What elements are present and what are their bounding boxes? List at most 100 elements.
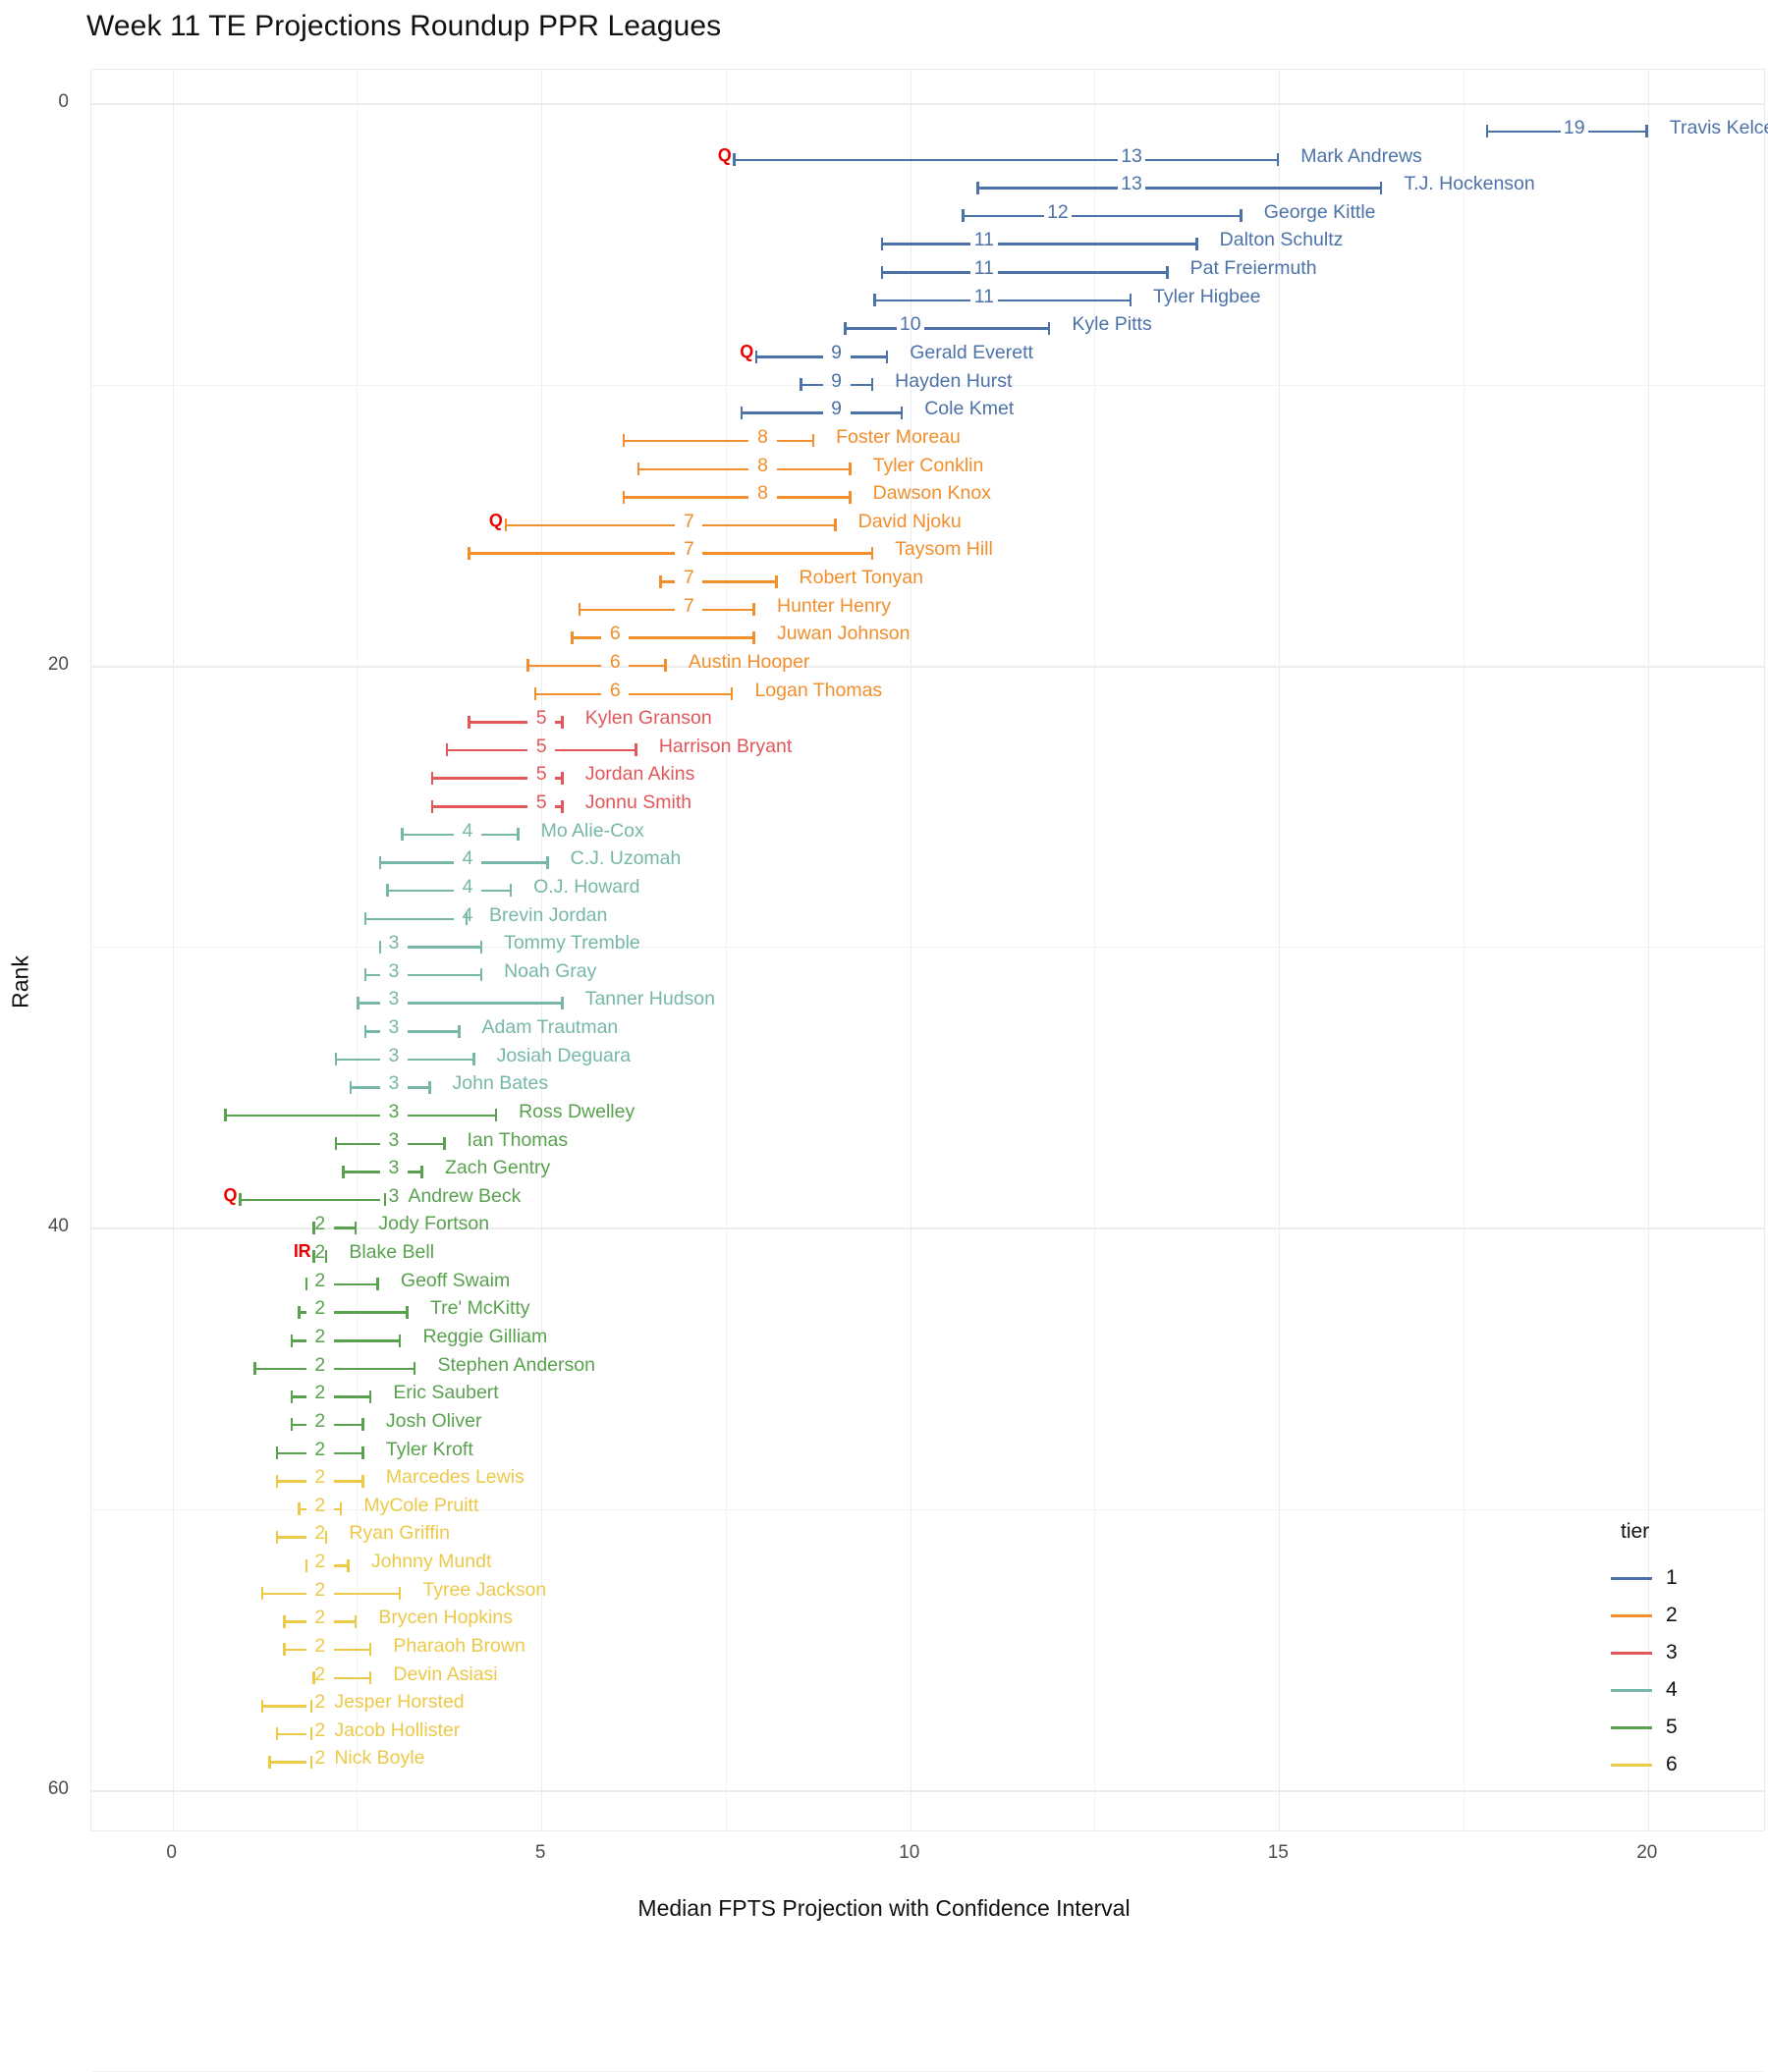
player-row[interactable]: 8 Foster Moreau	[91, 426, 1766, 452]
player-row[interactable]: 3 Andrew Beck Q	[91, 1185, 1766, 1211]
player-row[interactable]: 5 Kylen Granson	[91, 707, 1766, 733]
legend-item[interactable]: 2	[1611, 1597, 1758, 1634]
player-row[interactable]: 13 Mark Andrews Q	[91, 145, 1766, 171]
player-row[interactable]: 6 Juwan Johnson	[91, 623, 1766, 648]
player-row[interactable]: 8 Dawson Knox	[91, 482, 1766, 508]
interval-segment-right	[1587, 130, 1648, 134]
interval-cap-high	[849, 490, 852, 504]
player-row[interactable]: 11 Dalton Schultz	[91, 229, 1766, 254]
player-row[interactable]: 2 Jacob Hollister	[91, 1719, 1766, 1745]
player-name-label: Jonnu Smith	[584, 791, 692, 814]
player-row[interactable]: 2 Geoff Swaim	[91, 1270, 1766, 1295]
player-row[interactable]: 8 Tyler Conklin	[91, 455, 1766, 480]
player-row[interactable]: 4 C.J. Uzomah	[91, 847, 1766, 873]
player-row[interactable]: 3 Zach Gentry	[91, 1157, 1766, 1182]
player-name-label: Brevin Jordan	[489, 903, 608, 926]
player-row[interactable]: 2 Ryan Griffin	[91, 1522, 1766, 1548]
interval-cap-low	[304, 1278, 308, 1291]
player-row[interactable]: 2 Tyree Jackson	[91, 1579, 1766, 1605]
interval-cap-low	[363, 968, 367, 982]
player-row[interactable]: 5 Jonnu Smith	[91, 791, 1766, 817]
interval-cap-high	[354, 1221, 358, 1234]
player-row[interactable]: 7 Taysom Hill	[91, 538, 1766, 564]
interval-segment-right	[407, 1030, 461, 1033]
player-row[interactable]: 2 Marcedes Lewis	[91, 1466, 1766, 1492]
player-row[interactable]: 3 Ian Thomas	[91, 1129, 1766, 1155]
player-row[interactable]: 3 Ross Dwelley	[91, 1101, 1766, 1126]
median-value-label: 4	[462, 847, 473, 870]
player-row[interactable]: 2 Eric Saubert	[91, 1382, 1766, 1407]
median-value-label: 5	[535, 791, 547, 814]
player-row[interactable]: 4 O.J. Howard	[91, 876, 1766, 901]
interval-segment-left	[880, 271, 970, 274]
interval-cap-high	[900, 406, 904, 419]
interval-cap-high	[1240, 209, 1243, 223]
player-row[interactable]: 2 Reggie Gilliam	[91, 1326, 1766, 1351]
legend-item[interactable]: 3	[1611, 1634, 1758, 1671]
player-row[interactable]: 19 Travis Kelce	[91, 117, 1768, 142]
interval-segment-right	[629, 692, 734, 696]
interval-cap-high	[368, 1643, 372, 1657]
player-row[interactable]: 3 Josiah Deguara	[91, 1045, 1766, 1070]
player-row[interactable]: 5 Harrison Bryant	[91, 736, 1766, 761]
player-row[interactable]: 2 Tre' McKitty	[91, 1297, 1766, 1323]
legend-item[interactable]: 6	[1611, 1746, 1758, 1783]
interval-cap-low	[275, 1727, 279, 1741]
median-value-label: 6	[609, 623, 621, 645]
player-row[interactable]: 3 Noah Gray	[91, 960, 1766, 986]
interval-segment-right	[407, 946, 483, 949]
player-row[interactable]: 2 Jody Fortson	[91, 1213, 1766, 1238]
interval-cap-high	[1645, 125, 1648, 138]
player-row[interactable]: 13 T.J. Hockenson	[91, 173, 1766, 198]
median-value-label: 4	[462, 875, 473, 898]
player-row[interactable]: 7 David Njoku Q	[91, 511, 1766, 536]
player-row[interactable]: 11 Tyler Higbee	[91, 286, 1766, 311]
legend-item[interactable]: 5	[1611, 1709, 1758, 1746]
player-row[interactable]: 7 Robert Tonyan	[91, 567, 1766, 592]
player-row[interactable]: 9 Gerald Everett Q	[91, 342, 1766, 367]
player-row[interactable]: 2 Devin Asiasi	[91, 1663, 1766, 1689]
chart-panel: 19 Travis Kelce 13 Mark Andrews Q 13 T.J. Hock…	[90, 69, 1768, 2072]
player-row[interactable]: 2 Pharaoh Brown	[91, 1635, 1766, 1661]
interval-segment-left	[401, 833, 455, 837]
legend-item[interactable]: 4	[1611, 1671, 1758, 1709]
interval-cap-high	[885, 350, 889, 363]
player-row[interactable]: 6 Austin Hooper	[91, 651, 1766, 677]
player-row[interactable]: 2 Brycen Hopkins	[91, 1607, 1766, 1632]
player-row[interactable]: 9 Hayden Hurst	[91, 370, 1766, 396]
player-row[interactable]: 2 Jesper Horsted	[91, 1691, 1766, 1717]
player-row[interactable]: 2 Stephen Anderson	[91, 1354, 1766, 1380]
median-value-label: 4	[462, 903, 473, 926]
interval-segment-right	[850, 411, 904, 414]
interval-segment-left	[268, 1761, 306, 1764]
player-row[interactable]: 3 Tanner Hudson	[91, 988, 1766, 1013]
player-row[interactable]: 10 Kyle Pitts	[91, 313, 1766, 339]
interval-segment-left	[283, 1648, 306, 1652]
player-row[interactable]: 2 Josh Oliver	[91, 1410, 1766, 1436]
player-row[interactable]: 6 Logan Thomas	[91, 680, 1766, 705]
player-row[interactable]: 2 Nick Boyle	[91, 1747, 1766, 1772]
player-row[interactable]: 3 Adam Trautman	[91, 1016, 1766, 1042]
player-name-label: Adam Trautman	[481, 1016, 619, 1039]
legend-color-swatch	[1611, 1688, 1652, 1692]
median-value-label: 8	[757, 454, 768, 476]
interval-segment-left	[363, 917, 455, 921]
x-axis-title: Median FPTS Projection with Confidence I…	[637, 1895, 1131, 1921]
player-row[interactable]: 7 Hunter Henry	[91, 595, 1766, 621]
median-value-label: 2	[314, 1551, 326, 1573]
player-row[interactable]: 4 Mo Alie-Cox	[91, 820, 1766, 845]
player-row[interactable]: 2 Blake Bell IR	[91, 1241, 1766, 1267]
player-row[interactable]: 9 Cole Kmet	[91, 398, 1766, 423]
player-row[interactable]: 11 Pat Freiermuth	[91, 257, 1766, 283]
player-row[interactable]: 2 Johnny Mundt	[91, 1551, 1766, 1576]
legend-item[interactable]: 1	[1611, 1559, 1758, 1597]
player-row[interactable]: 4 Brevin Jordan	[91, 904, 1766, 930]
player-row[interactable]: 2 Tyler Kroft	[91, 1439, 1766, 1464]
player-row[interactable]: 12 George Kittle	[91, 201, 1766, 227]
player-row[interactable]: 3 Tommy Tremble	[91, 932, 1766, 957]
player-row[interactable]: 5 Jordan Akins	[91, 763, 1766, 789]
player-row[interactable]: 2 MyCole Pruitt	[91, 1495, 1766, 1520]
interval-cap-low	[740, 406, 744, 419]
player-row[interactable]: 3 John Bates	[91, 1072, 1766, 1098]
median-value-label: 2	[314, 1718, 326, 1741]
